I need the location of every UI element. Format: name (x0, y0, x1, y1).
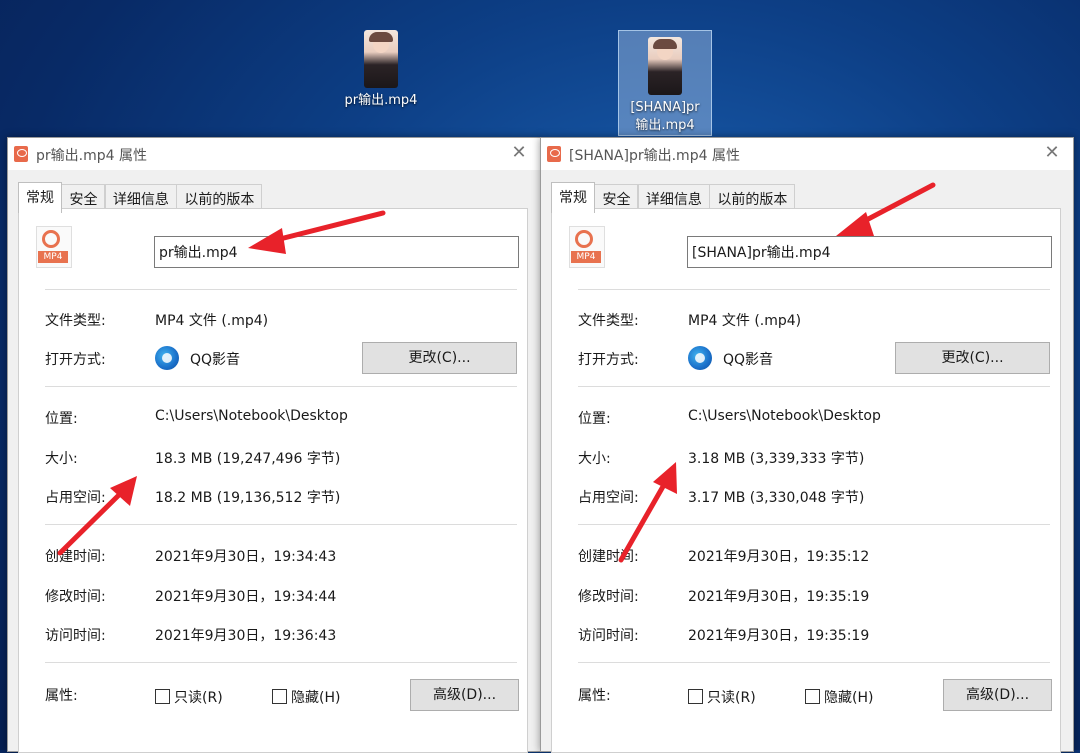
size-on-disk-label: 占用空间: (45, 490, 106, 506)
video-thumbnail-icon (648, 37, 682, 95)
general-panel: MP4 pr输出.mp4 文件类型: MP4 文件 (.mp4) 打开方式: Q… (18, 208, 528, 753)
readonly-checkbox[interactable]: 只读(R) (155, 687, 223, 707)
mp4-file-icon (547, 146, 561, 162)
modified-value: 2021年9月30日，19:34:44 (155, 589, 337, 605)
modified-value: 2021年9月30日，19:35:19 (688, 589, 870, 605)
open-with-label: 打开方式: (45, 352, 106, 368)
close-icon[interactable]: ✕ (508, 142, 530, 163)
hidden-checkbox[interactable]: 隐藏(H) (805, 687, 873, 707)
location-value: C:\Users\Notebook\Desktop (688, 408, 881, 424)
divider (578, 524, 1050, 525)
open-with-value: QQ影音 (190, 352, 241, 368)
file-type-value: MP4 文件 (.mp4) (688, 313, 802, 329)
accessed-value: 2021年9月30日，19:36:43 (155, 628, 337, 644)
tab-general[interactable]: 常规 (18, 182, 62, 213)
advanced-button[interactable]: 高级(D)... (410, 679, 519, 711)
qq-player-icon (688, 346, 712, 370)
tab-bar: 常规 安全 详细信息 以前的版本 (551, 182, 796, 213)
accessed-label: 访问时间: (45, 628, 106, 644)
open-with-label: 打开方式: (578, 352, 639, 368)
hidden-label: 隐藏(H) (291, 690, 341, 706)
created-label: 创建时间: (578, 549, 639, 565)
file-name-input[interactable]: pr输出.mp4 (154, 236, 519, 268)
properties-dialog-right: [SHANA]pr输出.mp4 属性 ✕ 常规 安全 详细信息 以前的版本 MP… (540, 137, 1074, 753)
general-panel: MP4 [SHANA]pr输出.mp4 文件类型: MP4 文件 (.mp4) … (551, 208, 1061, 753)
mp4-badge: MP4 (38, 251, 68, 263)
divider (578, 289, 1050, 290)
size-label: 大小: (45, 451, 78, 467)
hidden-checkbox[interactable]: 隐藏(H) (272, 687, 340, 707)
qq-player-icon (155, 346, 179, 370)
divider (578, 386, 1050, 387)
size-label: 大小: (578, 451, 611, 467)
advanced-button[interactable]: 高级(D)... (943, 679, 1052, 711)
file-type-label: 文件类型: (45, 313, 106, 329)
size-value: 3.18 MB (3,339,333 字节) (688, 451, 865, 467)
modified-label: 修改时间: (578, 589, 639, 605)
tab-general[interactable]: 常规 (551, 182, 595, 213)
size-on-disk-label: 占用空间: (578, 490, 639, 506)
open-with-value: QQ影音 (723, 352, 774, 368)
window-title: [SHANA]pr输出.mp4 属性 (569, 148, 740, 164)
readonly-label: 只读(R) (174, 690, 223, 706)
file-name-input[interactable]: [SHANA]pr输出.mp4 (687, 236, 1052, 268)
created-value: 2021年9月30日，19:34:43 (155, 549, 337, 565)
desktop-file-shana-output[interactable]: [SHANA]pr 输出.mp4 (618, 30, 712, 136)
size-on-disk-value: 3.17 MB (3,330,048 字节) (688, 490, 865, 506)
change-button[interactable]: 更改(C)... (362, 342, 517, 374)
file-type-label: 文件类型: (578, 313, 639, 329)
checkbox-box[interactable] (805, 689, 820, 704)
desktop-file-label-line1: [SHANA]pr (630, 100, 700, 115)
divider (45, 386, 517, 387)
attributes-label: 属性: (45, 688, 78, 704)
properties-dialog-left: pr输出.mp4 属性 ✕ 常规 安全 详细信息 以前的版本 MP4 pr输出.… (7, 137, 541, 753)
checkbox-box[interactable] (155, 689, 170, 704)
mp4-file-icon (14, 146, 28, 162)
divider (45, 662, 517, 663)
tab-bar: 常规 安全 详细信息 以前的版本 (18, 182, 263, 213)
change-button[interactable]: 更改(C)... (895, 342, 1050, 374)
location-value: C:\Users\Notebook\Desktop (155, 408, 348, 424)
readonly-label: 只读(R) (707, 690, 756, 706)
divider (578, 662, 1050, 663)
hidden-label: 隐藏(H) (824, 690, 874, 706)
video-thumbnail-icon (364, 30, 398, 88)
checkbox-box[interactable] (272, 689, 287, 704)
attributes-label: 属性: (578, 688, 611, 704)
file-type-value: MP4 文件 (.mp4) (155, 313, 269, 329)
accessed-label: 访问时间: (578, 628, 639, 644)
mp4-file-large-icon: MP4 (569, 226, 605, 268)
modified-label: 修改时间: (45, 589, 106, 605)
desktop-file-label-line2: 输出.mp4 (635, 118, 695, 133)
size-on-disk-value: 18.2 MB (19,136,512 字节) (155, 490, 341, 506)
accessed-value: 2021年9月30日，19:35:19 (688, 628, 870, 644)
divider (45, 524, 517, 525)
created-label: 创建时间: (45, 549, 106, 565)
location-label: 位置: (45, 411, 78, 427)
titlebar[interactable]: pr输出.mp4 属性 ✕ (8, 138, 540, 170)
readonly-checkbox[interactable]: 只读(R) (688, 687, 756, 707)
titlebar[interactable]: [SHANA]pr输出.mp4 属性 ✕ (541, 138, 1073, 170)
window-title: pr输出.mp4 属性 (36, 148, 147, 164)
desktop-file-pr-output[interactable]: pr输出.mp4 (335, 30, 427, 110)
mp4-badge: MP4 (571, 251, 601, 263)
checkbox-box[interactable] (688, 689, 703, 704)
close-icon[interactable]: ✕ (1041, 142, 1063, 163)
divider (45, 289, 517, 290)
desktop-file-label: pr输出.mp4 (344, 93, 418, 108)
location-label: 位置: (578, 411, 611, 427)
created-value: 2021年9月30日，19:35:12 (688, 549, 870, 565)
size-value: 18.3 MB (19,247,496 字节) (155, 451, 341, 467)
mp4-file-large-icon: MP4 (36, 226, 72, 268)
